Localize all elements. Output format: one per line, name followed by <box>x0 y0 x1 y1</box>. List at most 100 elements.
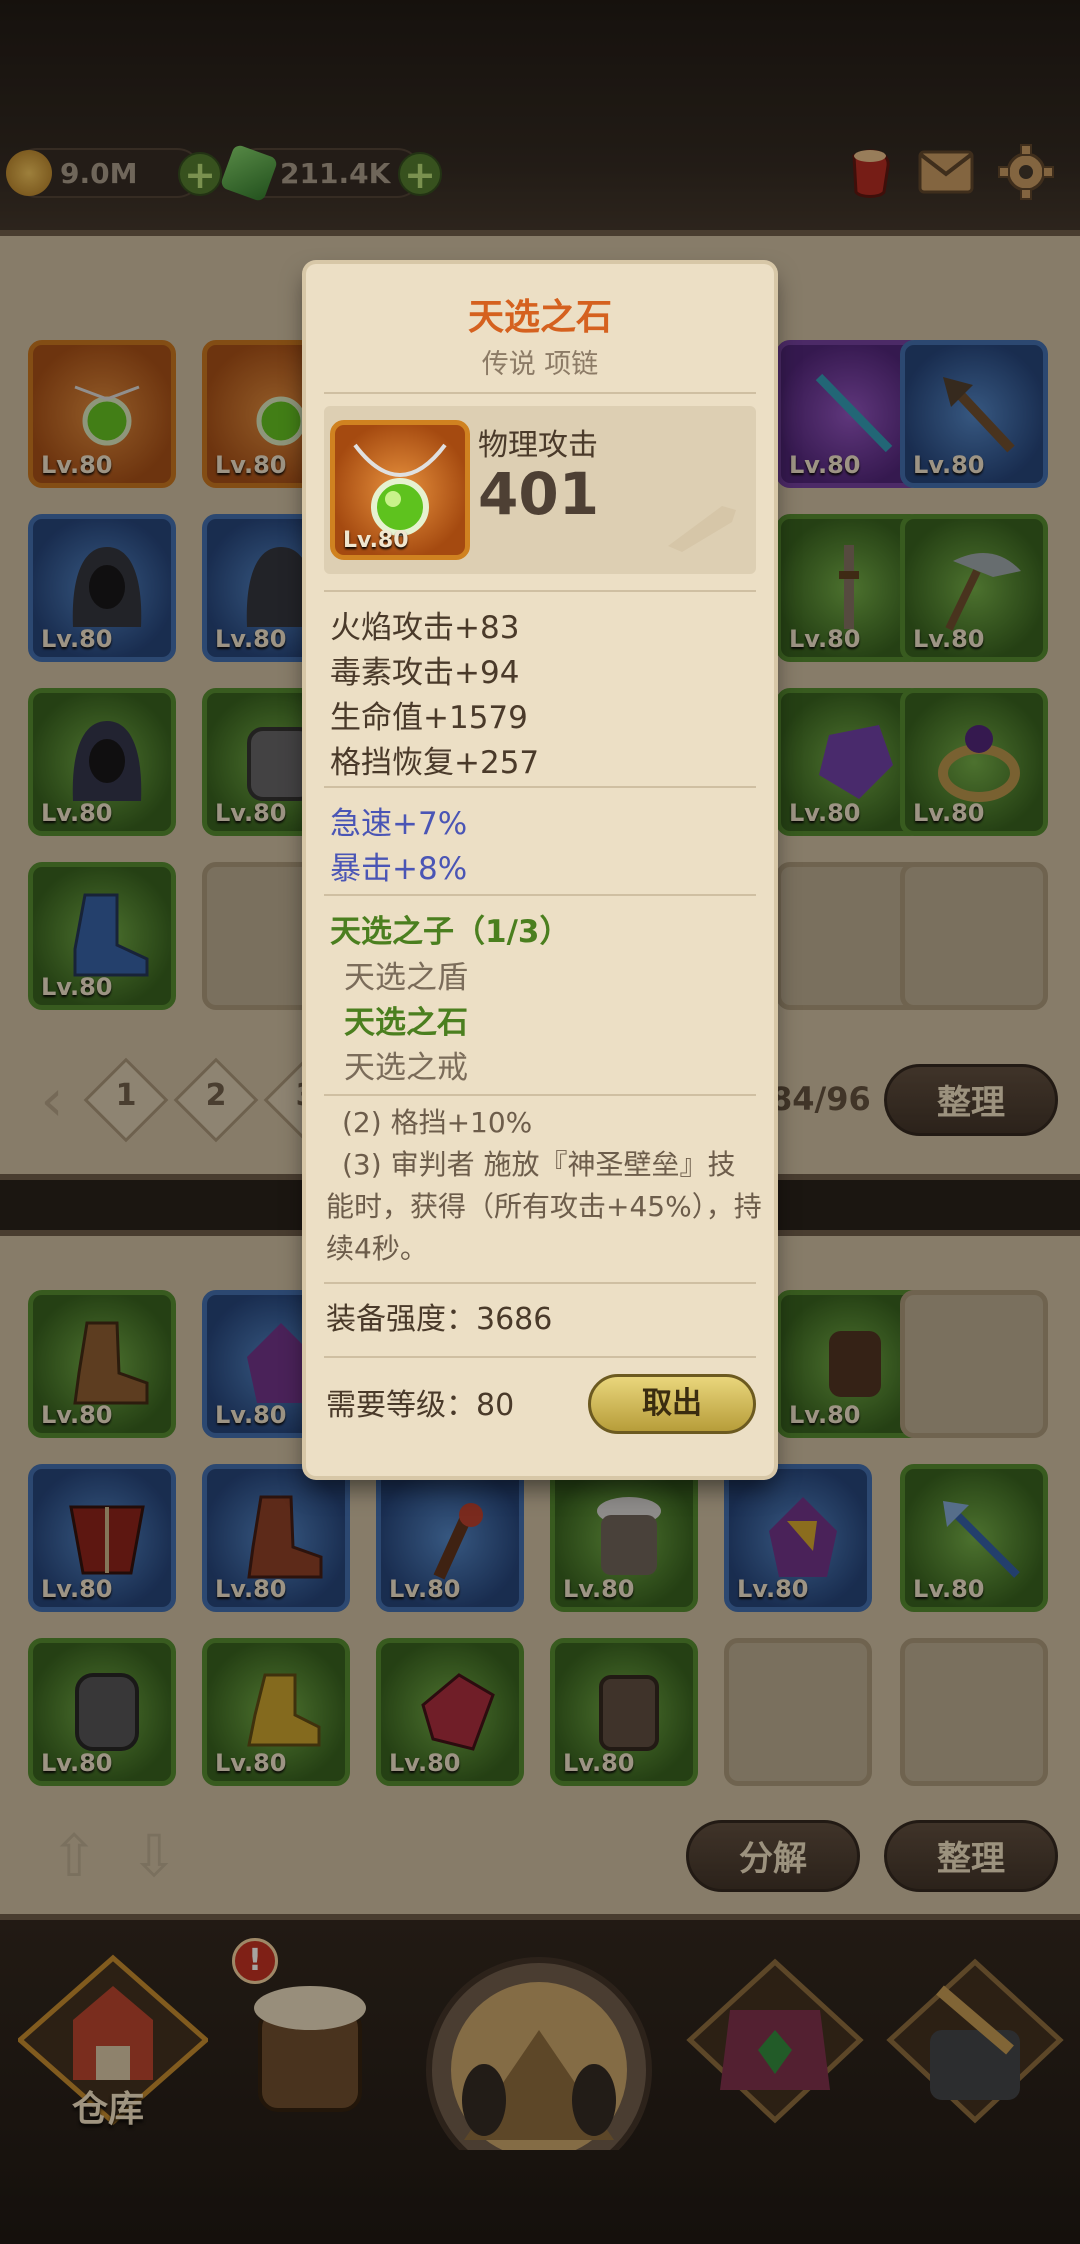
divider <box>324 1282 756 1284</box>
set-item-equipped: 天选之石 <box>344 1005 468 1041</box>
item-level: Lv.80 <box>215 1575 287 1603</box>
nav-battle[interactable] <box>414 1950 664 2183</box>
nav-warehouse-label: 仓库 <box>72 2089 145 2130</box>
item-level: Lv.80 <box>41 1401 113 1429</box>
equipment-slot[interactable]: Lv.80 <box>900 1464 1048 1612</box>
mail-icon[interactable] <box>914 140 978 204</box>
divider <box>324 590 756 592</box>
necklace-icon: Lv.80 <box>330 420 470 560</box>
item-level: Lv.80 <box>343 528 409 553</box>
alert-badge: ! <box>232 1938 278 1984</box>
equipment-slot[interactable]: Lv.80 <box>724 1464 872 1612</box>
item-level: Lv.80 <box>389 1575 461 1603</box>
equipment-slot[interactable]: Lv.80 <box>202 1638 350 1786</box>
equipment-slot[interactable]: Lv.80 <box>900 688 1048 836</box>
set-name: 天选之子（1/3） <box>330 914 571 950</box>
equipment-slot[interactable]: Lv.80 <box>28 1464 176 1612</box>
move-up-arrow-icon[interactable]: ⇧ <box>44 1826 104 1886</box>
item-level: Lv.80 <box>41 973 113 1001</box>
equipment-slot[interactable]: Lv.80 <box>550 1638 698 1786</box>
equipment-slot[interactable]: Lv.80 <box>28 340 176 488</box>
sort-button[interactable]: 整理 <box>884 1820 1058 1892</box>
equipment-slot[interactable]: Lv.80 <box>376 1464 524 1612</box>
gold-coin-icon <box>6 150 52 196</box>
add-gold-button[interactable]: + <box>178 152 222 196</box>
gold-currency: 9.0M + <box>6 148 222 198</box>
item-level: Lv.80 <box>563 1575 635 1603</box>
equipment-slot[interactable]: Lv.80 <box>550 1464 698 1612</box>
item-level: Lv.80 <box>563 1749 635 1777</box>
empty-slot[interactable] <box>900 862 1048 1010</box>
prev-page-arrow-icon[interactable]: ‹ <box>22 1070 82 1130</box>
bonus-stat-line: 急速+7% <box>330 806 468 842</box>
item-level: Lv.80 <box>41 451 113 479</box>
set-bonus-3: (3) 审判者 施放『神圣壁垒』技能时，获得（所有攻击+45%），持续4秒。 <box>326 1148 762 1265</box>
item-level: Lv.80 <box>913 451 985 479</box>
equipment-slot[interactable]: Lv.80 <box>28 688 176 836</box>
main-stat-label: 物理攻击 <box>478 428 598 463</box>
item-level: Lv.80 <box>737 1575 809 1603</box>
item-level: Lv.80 <box>41 625 113 653</box>
empty-slot[interactable] <box>900 1638 1048 1786</box>
move-down-arrow-icon[interactable]: ⇩ <box>124 1826 184 1886</box>
potion-icon[interactable] <box>838 140 902 204</box>
equipment-slot[interactable]: Lv.80 <box>900 340 1048 488</box>
equipment-slot[interactable]: Lv.80 <box>28 1638 176 1786</box>
page-number: 2 <box>205 1078 227 1113</box>
divider <box>324 786 756 788</box>
item-level: Lv.80 <box>215 1749 287 1777</box>
item-level: Lv.80 <box>789 1401 861 1429</box>
item-level: Lv.80 <box>41 1575 113 1603</box>
storage-count: 84/96 <box>770 1080 871 1118</box>
add-gems-button[interactable]: + <box>398 152 442 196</box>
item-level: Lv.80 <box>789 451 861 479</box>
item-level: Lv.80 <box>789 625 861 653</box>
disassemble-button[interactable]: 分解 <box>686 1820 860 1892</box>
equipment-slot[interactable]: Lv.80 <box>28 1290 176 1438</box>
divider <box>324 894 756 896</box>
set-item: 天选之戒 <box>344 1050 468 1086</box>
item-level: Lv.80 <box>913 799 985 827</box>
item-level: Lv.80 <box>41 1749 113 1777</box>
item-level: Lv.80 <box>215 1401 287 1429</box>
stat-line: 生命值+1579 <box>330 700 528 736</box>
empty-slot[interactable] <box>724 1638 872 1786</box>
equipment-slot[interactable]: Lv.80 <box>28 862 176 1010</box>
gem-currency: 211.4K + <box>219 143 442 203</box>
set-item: 天选之盾 <box>344 960 468 996</box>
gem-amount: 211.4K <box>280 156 391 190</box>
item-level: Lv.80 <box>215 799 287 827</box>
item-level: Lv.80 <box>41 799 113 827</box>
required-level: 需要等级：80 <box>326 1388 515 1423</box>
bonus-stat-line: 暴击+8% <box>330 851 468 887</box>
empty-slot[interactable] <box>900 1290 1048 1438</box>
divider <box>324 1356 756 1358</box>
take-out-button[interactable]: 取出 <box>588 1374 756 1434</box>
equipment-slot[interactable]: Lv.80 <box>376 1638 524 1786</box>
equipment-slot[interactable]: Lv.80 <box>202 1464 350 1612</box>
item-level: Lv.80 <box>913 1575 985 1603</box>
equipment-slot[interactable]: Lv.80 <box>28 514 176 662</box>
divider <box>324 392 756 394</box>
equipment-slot[interactable]: Lv.80 <box>900 514 1048 662</box>
item-level: Lv.80 <box>389 1749 461 1777</box>
page-number: 1 <box>115 1078 137 1113</box>
divider <box>324 1094 756 1096</box>
gold-amount: 9.0M <box>60 156 138 190</box>
gear-score: 装备强度：3686 <box>326 1302 553 1337</box>
weapon-watermark-icon <box>668 506 736 552</box>
item-level: Lv.80 <box>215 451 287 479</box>
item-level: Lv.80 <box>215 625 287 653</box>
item-level: Lv.80 <box>789 799 861 827</box>
stat-line: 格挡恢复+257 <box>330 745 540 781</box>
item-rarity-type: 传说 项链 <box>481 349 599 380</box>
item-detail-popup: 天选之石 传说 项链 Lv.80 物理攻击 401 火焰攻击+83 毒素攻击+9… <box>306 264 774 1476</box>
nav-forge[interactable] <box>880 1950 1080 2140</box>
nav-shop[interactable] <box>680 1950 880 2140</box>
item-name: 天选之石 <box>467 297 612 338</box>
sort-button[interactable]: 整理 <box>884 1064 1058 1136</box>
main-stat-value: 401 <box>478 460 600 528</box>
gear-icon[interactable] <box>994 140 1058 204</box>
stat-line: 火焰攻击+83 <box>330 610 520 646</box>
item-level: Lv.80 <box>913 625 985 653</box>
